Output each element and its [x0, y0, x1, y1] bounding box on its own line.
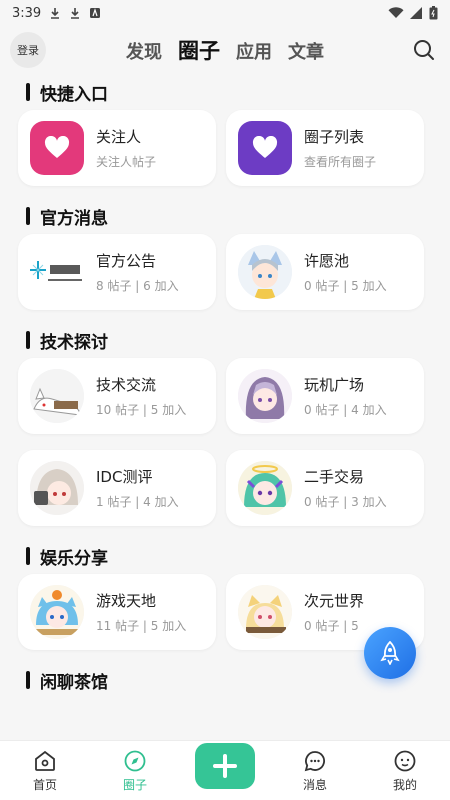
tab-messages[interactable]: 消息: [270, 749, 360, 793]
card-second-hand[interactable]: 二手交易 0 帖子 | 3 加入: [226, 450, 424, 526]
section-title-tech: 技术探讨: [0, 322, 450, 358]
official-logo: [30, 245, 84, 299]
tab-profile[interactable]: 我的: [360, 749, 450, 793]
section-bar: [26, 331, 30, 349]
card-announcement[interactable]: 官方公告 8 帖子 | 6 加入: [18, 234, 216, 310]
top-bar: 登录 发现 圈子 应用 文章: [0, 26, 450, 74]
anime-avatar: [30, 369, 84, 423]
heart-icon: [238, 121, 292, 175]
download-icon: [71, 8, 80, 19]
card-subtitle: 关注人帖子: [96, 155, 157, 169]
card-subtitle: 11 帖子 | 5 加入: [96, 619, 187, 633]
card-subtitle: 0 帖子 | 5: [304, 619, 359, 633]
app-notification-icon: [90, 8, 101, 18]
add-post-button[interactable]: [195, 742, 255, 789]
anime-avatar: [30, 461, 84, 515]
tab-label: 我的: [392, 777, 417, 792]
tech-grid: 技术交流 10 帖子 | 5 加入 玩机广场 0 帖子 | 4 加入: [0, 358, 450, 434]
anime-avatar: [238, 369, 292, 423]
section-bar: [26, 547, 30, 565]
tab-home[interactable]: 首页: [0, 749, 90, 793]
section-title-text: 技术探讨: [40, 332, 108, 353]
card-title: 技术交流: [96, 376, 157, 394]
tab-label: 圈子: [122, 777, 147, 792]
card-subtitle: 1 帖子 | 4 加入: [96, 495, 179, 509]
card-subtitle: 8 帖子 | 6 加入: [96, 279, 179, 293]
plus-icon: [213, 753, 237, 778]
card-followed[interactable]: 关注人 关注人帖子: [18, 110, 216, 186]
anime-avatar: [30, 585, 84, 639]
anime-avatar: [238, 585, 292, 639]
card-title: 二手交易: [304, 468, 365, 486]
section-bar: [26, 671, 30, 689]
card-subtitle: 0 帖子 | 3 加入: [304, 495, 387, 509]
card-title: 关注人: [96, 128, 142, 146]
tab-add: [180, 742, 270, 789]
tab-apps[interactable]: 应用: [236, 38, 272, 64]
card-title: 游戏天地: [96, 592, 157, 610]
section-title-text: 快捷入口: [40, 84, 108, 105]
card-title: 玩机广场: [304, 376, 365, 394]
status-time: 3:39: [12, 5, 42, 21]
card-game-world[interactable]: 游戏天地 11 帖子 | 5 加入: [18, 574, 216, 650]
card-title: 官方公告: [96, 252, 157, 270]
tab-articles[interactable]: 文章: [288, 38, 324, 64]
search-icon[interactable]: [412, 38, 436, 62]
card-subtitle: 0 帖子 | 4 加入: [304, 403, 387, 417]
card-phone-square[interactable]: 玩机广场 0 帖子 | 4 加入: [226, 358, 424, 434]
card-subtitle: 0 帖子 | 5 加入: [304, 279, 387, 293]
card-title: 许愿池: [304, 252, 350, 270]
card-tech-exchange[interactable]: 技术交流 10 帖子 | 5 加入: [18, 358, 216, 434]
login-button[interactable]: 登录: [10, 32, 46, 68]
rocket-icon: [380, 641, 400, 665]
compass-icon: [124, 750, 146, 771]
home-icon: [35, 750, 55, 771]
top-nav-tabs: 发现 圈子 应用 文章: [126, 35, 324, 65]
card-idc-review[interactable]: IDC测评 1 帖子 | 4 加入: [18, 450, 216, 526]
section-title-official: 官方消息: [0, 198, 450, 234]
battery-icon: [429, 6, 438, 20]
card-subtitle: 查看所有圈子: [304, 155, 377, 169]
card-title: 次元世界: [304, 592, 365, 610]
signal-icon: [410, 7, 422, 19]
anime-avatar: [238, 461, 292, 515]
tab-circles-bottom[interactable]: 圈子: [90, 749, 180, 793]
heart-icon: [30, 121, 84, 175]
section-title-entertainment: 娱乐分享: [0, 538, 450, 574]
wifi-icon: [388, 7, 404, 18]
official-grid: 官方公告 8 帖子 | 6 加入 许愿池 0 帖子 | 5 加入: [0, 234, 450, 310]
profile-icon: [394, 750, 416, 771]
section-title-shortcuts: 快捷入口: [0, 74, 450, 110]
card-title: 圈子列表: [304, 128, 365, 146]
section-bar: [26, 207, 30, 225]
shortcut-grid: 关注人 关注人帖子 圈子列表 查看所有圈子: [0, 110, 450, 186]
section-bar: [26, 83, 30, 101]
chat-icon: [304, 750, 325, 771]
status-bar: 3:39: [0, 0, 450, 26]
rocket-fab-button[interactable]: [364, 627, 416, 679]
section-title-text: 娱乐分享: [40, 548, 108, 569]
section-title-text: 闲聊茶馆: [40, 672, 108, 693]
card-title: IDC测评: [96, 468, 153, 486]
card-subtitle: 10 帖子 | 5 加入: [96, 403, 187, 417]
section-title-text: 官方消息: [40, 208, 108, 229]
download-icon: [51, 8, 60, 19]
tech-grid-row2: IDC测评 1 帖子 | 4 加入 二手交易 0 帖子 | 3 加入: [0, 450, 450, 526]
tab-label: 消息: [302, 777, 327, 792]
anime-avatar: [238, 245, 292, 299]
tab-discover[interactable]: 发现: [126, 38, 162, 64]
tab-label: 首页: [32, 777, 57, 792]
card-circle-list[interactable]: 圈子列表 查看所有圈子: [226, 110, 424, 186]
card-wishing-pool[interactable]: 许愿池 0 帖子 | 5 加入: [226, 234, 424, 310]
tab-circles[interactable]: 圈子: [178, 35, 220, 65]
bottom-tab-bar: 首页 圈子 消息 我的: [0, 740, 450, 800]
